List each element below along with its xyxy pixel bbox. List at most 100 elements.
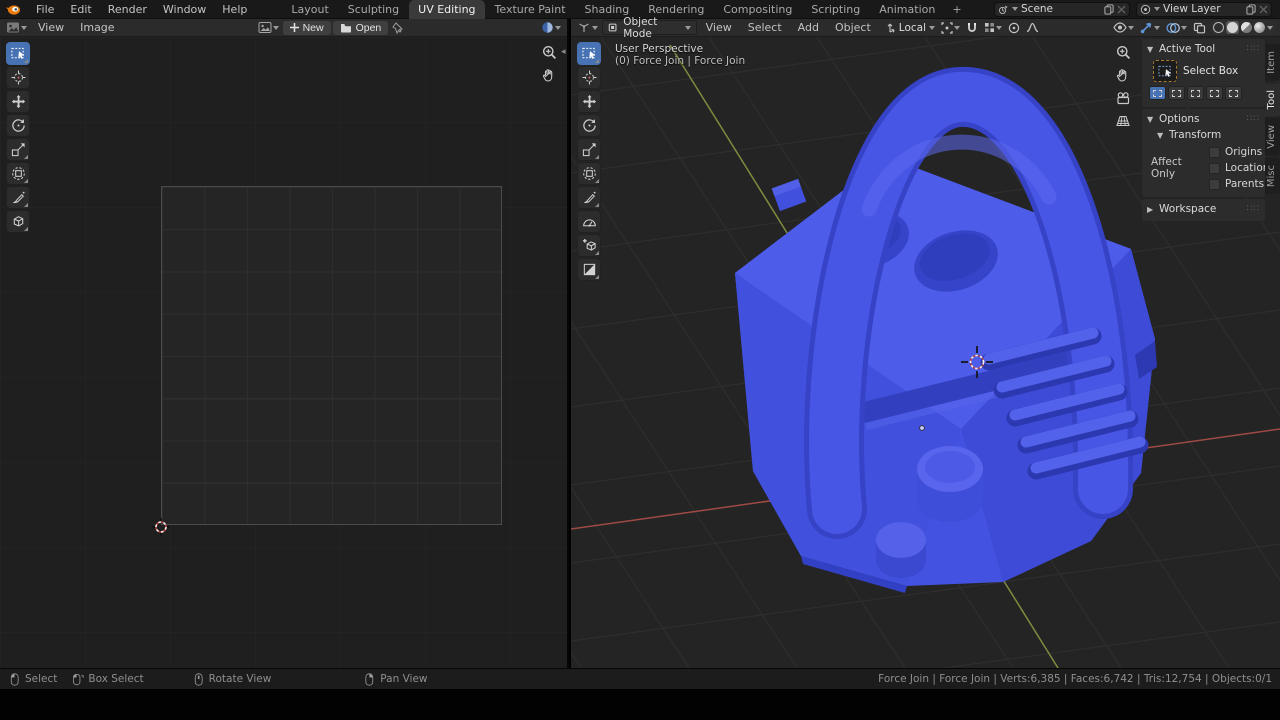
workspace-tab-sculpting[interactable]: Sculpting [339,0,408,19]
transform-subpanel-header[interactable]: ▼ Transform [1157,129,1260,141]
snap-settings-selector[interactable] [982,22,1004,33]
viewport-canvas[interactable]: User Perspective (0) Force Join | Force … [571,37,1280,668]
rotate-tool[interactable] [6,114,30,137]
transform-tool[interactable] [6,162,30,185]
drag-handle-icon[interactable]: ∷∷ [1247,114,1260,124]
shading-material-icon[interactable] [1241,22,1252,33]
browse-image-icon[interactable] [256,21,281,34]
uv-menu-view[interactable]: View [31,20,71,35]
menu-window[interactable]: Window [156,1,213,18]
workspace-tab-compositing[interactable]: Compositing [714,0,801,19]
zoom-icon[interactable] [540,43,558,61]
sidebar-tab-view[interactable]: View [1265,118,1280,156]
remove-view-layer-icon[interactable] [1259,5,1268,14]
move-tool[interactable] [6,90,30,113]
region-collapse-icon[interactable]: ◂ [561,47,566,57]
sidebar-tab-tool[interactable]: Tool [1265,83,1280,116]
open-image-button[interactable]: Open [333,21,389,35]
zoom-icon[interactable] [1114,43,1132,61]
pan-hand-icon[interactable] [540,66,558,84]
move-tool[interactable] [577,90,601,113]
visibility-selector[interactable] [1111,22,1136,33]
drag-handle-icon[interactable]: ∷∷ [1247,44,1260,54]
cursor-tool[interactable] [6,66,30,89]
viewport-menu-select[interactable]: Select [741,20,789,35]
select-mode-subtract-icon[interactable] [1187,86,1204,100]
panel-options-header[interactable]: ▼ Options ∷∷ [1147,112,1260,126]
perspective-toggle-icon[interactable] [1114,112,1132,130]
select-mode-set-icon[interactable] [1149,86,1166,100]
overlays-selector[interactable] [1164,22,1189,34]
select-box-tool[interactable] [6,42,30,65]
annotate-tool[interactable] [577,186,601,209]
xray-toggle-icon[interactable] [1191,22,1208,34]
viewport-menu-add[interactable]: Add [791,20,826,35]
uv-menu-image[interactable]: Image [73,20,121,35]
pin-icon[interactable] [390,22,405,34]
rotate-tool[interactable] [577,114,601,137]
shading-rendered-icon[interactable] [1254,22,1265,33]
shading-solid-icon[interactable] [1227,22,1238,33]
workspace-tab-texture-paint[interactable]: Texture Paint [486,0,575,19]
transform-orientation-selector[interactable]: Local [882,22,937,34]
scale-tool[interactable] [6,138,30,161]
pan-hand-icon[interactable] [1114,66,1132,84]
panel-workspace-header[interactable]: ▶ Workspace ∷∷ [1147,202,1260,216]
cursor-tool[interactable] [577,66,601,89]
scene-name[interactable]: Scene [1021,3,1101,15]
viewport-menu-view[interactable]: View [699,20,739,35]
panel-active-tool-header[interactable]: ▼ Active Tool ∷∷ [1147,42,1260,56]
menu-edit[interactable]: Edit [63,1,98,18]
drag-handle-icon[interactable]: ∷∷ [1247,204,1260,214]
sidebar-tab-misc[interactable]: Misc [1265,158,1280,194]
checkbox-origins[interactable] [1209,147,1220,158]
viewport-menu-object[interactable]: Object [828,20,878,35]
blender-logo-icon[interactable] [5,1,23,17]
sidebar-tab-item[interactable]: Item [1265,44,1280,81]
uv-editor-menus: ViewImage [31,20,122,35]
new-image-button[interactable]: New [283,21,331,35]
snap-magnet-icon[interactable] [964,22,980,34]
editor-type-3d-icon[interactable] [575,21,600,34]
pivot-point-selector[interactable] [939,22,962,34]
editor-type-image-icon[interactable] [4,21,29,34]
workspace-tab-animation[interactable]: Animation [870,0,944,19]
checkbox-parents[interactable] [1209,179,1220,190]
mode-selector[interactable]: Object Mode [602,20,697,35]
gizmos-selector[interactable] [1138,21,1162,34]
display-channels-icon[interactable] [539,21,563,34]
measure-tool[interactable] [577,210,601,233]
proportional-falloff-icon[interactable] [1024,22,1041,33]
annotate-tool[interactable] [6,186,30,209]
shading-dropdown-caret[interactable] [1267,26,1273,30]
add-workspace-button[interactable]: + [945,0,968,19]
menu-render[interactable]: Render [101,1,154,18]
select-mode-intersect-icon[interactable] [1225,86,1242,100]
uv-2d-cursor[interactable] [152,518,170,536]
scene-selector[interactable]: Scene [994,2,1130,17]
workspace-tab-layout[interactable]: Layout [282,0,337,19]
cube-tool[interactable] [6,210,30,233]
camera-view-icon[interactable] [1114,89,1132,107]
transform-tool[interactable] [577,162,601,185]
workspace-tab-scripting[interactable]: Scripting [802,0,869,19]
uv-canvas[interactable]: ◂ [0,37,567,668]
workspace-tab-uv-editing[interactable]: UV Editing [409,0,484,19]
shading-wireframe-icon[interactable] [1213,22,1224,33]
add-cube-tool[interactable] [577,234,601,257]
select-box-tool-icon[interactable] [1153,60,1177,82]
new-view-layer-icon[interactable] [1246,4,1256,15]
unlink-scene-icon[interactable] [1117,5,1126,14]
menu-file[interactable]: File [29,1,61,18]
menu-help[interactable]: Help [215,1,254,18]
view-layer-name[interactable]: View Layer [1163,3,1243,15]
proportional-editing-icon[interactable] [1006,22,1022,34]
select-mode-extend-icon[interactable] [1168,86,1185,100]
select-mode-invert-icon[interactable] [1206,86,1223,100]
checkbox-locations[interactable] [1209,163,1220,174]
new-scene-icon[interactable] [1104,4,1114,15]
scale-tool[interactable] [577,138,601,161]
view-layer-selector[interactable]: View Layer [1136,2,1272,17]
select-box-tool[interactable] [577,42,601,65]
fill-tool[interactable] [577,258,601,281]
